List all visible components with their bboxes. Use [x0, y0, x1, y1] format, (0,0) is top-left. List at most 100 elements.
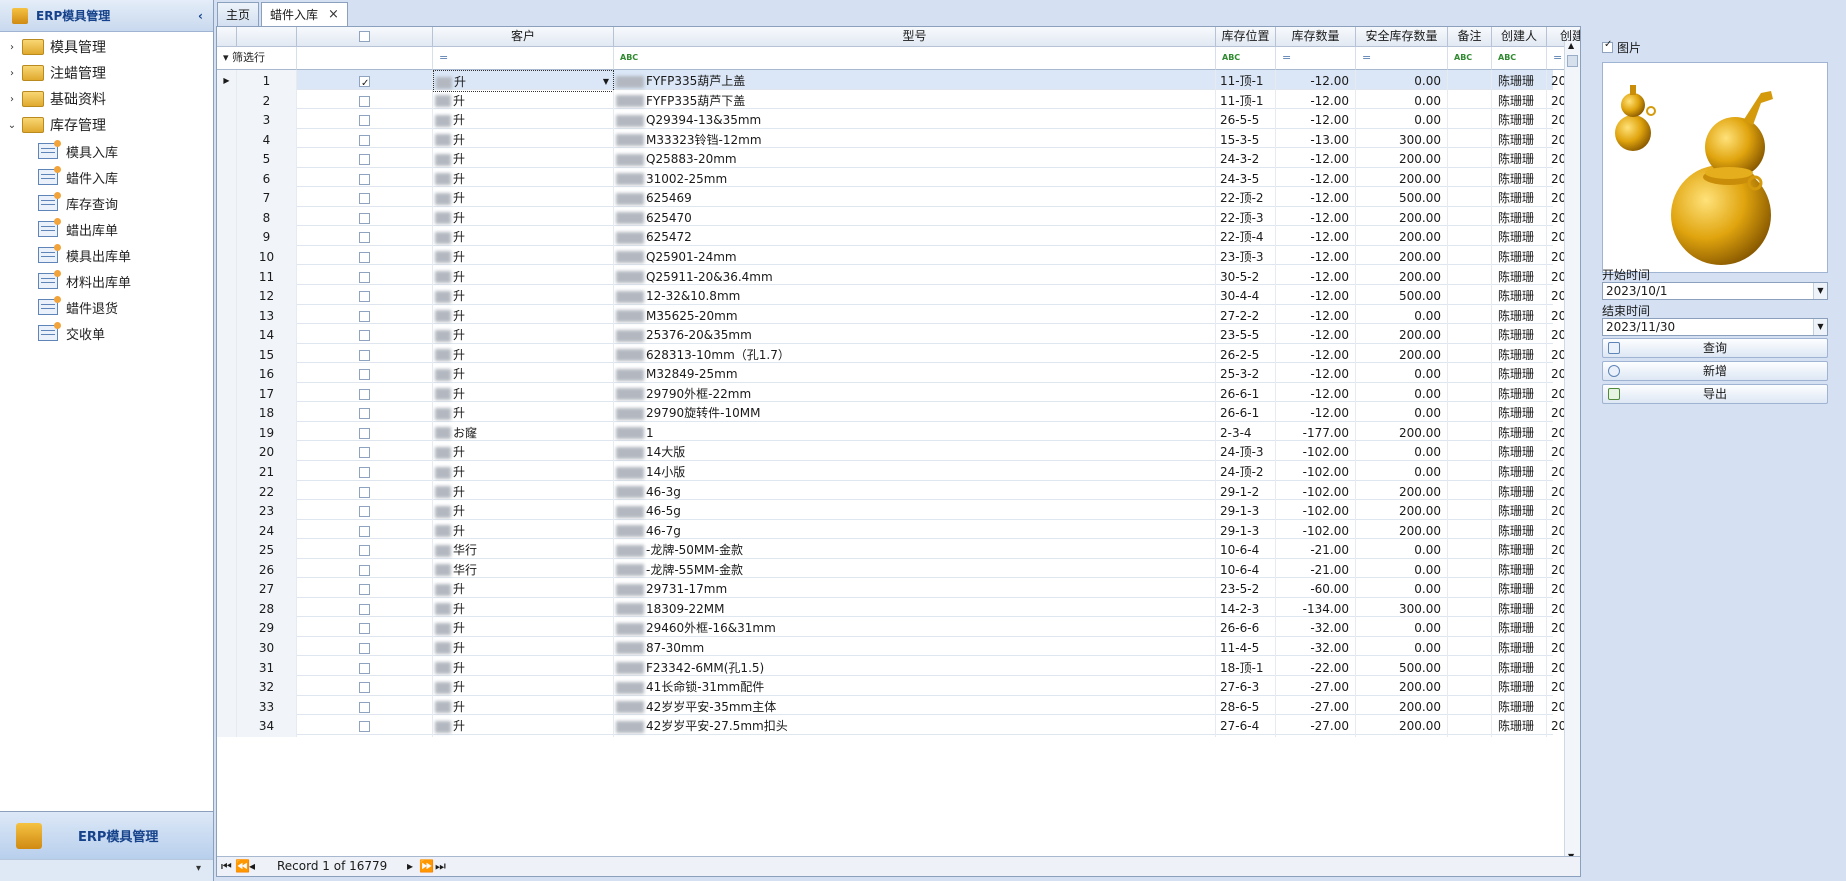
row-checkbox[interactable]: [359, 388, 370, 400]
chevron-down-icon[interactable]: ⌄: [6, 120, 18, 131]
row-checkbox[interactable]: [359, 506, 370, 518]
row-checkbox[interactable]: [359, 584, 370, 596]
nav-group-2[interactable]: › 基础资料: [0, 86, 213, 112]
table-row[interactable]: 34升42岁岁平安-27.5mm扣头27-6-4-27.00200.00陈珊珊2…: [217, 715, 1580, 738]
tab-home[interactable]: 主页: [217, 2, 260, 26]
customer-cell[interactable]: 升: [433, 715, 614, 738]
table-row[interactable]: 16升M32849-25mm25-3-2-12.000.00陈珊珊2023/10…: [217, 363, 1580, 386]
table-row[interactable]: 32升41长命锁-31mm配件27-6-3-27.00200.00陈珊珊2023…: [217, 676, 1580, 699]
qty-cell[interactable]: -27.00: [1276, 715, 1356, 738]
filter-qty[interactable]: =: [1276, 47, 1356, 70]
row-checkbox[interactable]: [359, 193, 370, 205]
row-checkbox[interactable]: [359, 115, 370, 127]
row-checkbox[interactable]: [359, 95, 370, 107]
table-row[interactable]: 5升Q25883-20mm24-3-2-12.00200.00陈珊珊2023/1…: [217, 148, 1580, 171]
column-header-customer[interactable]: 客户: [433, 27, 614, 47]
close-tab-icon[interactable]: ×: [328, 7, 339, 22]
chevron-right-icon[interactable]: ›: [6, 42, 18, 53]
table-row[interactable]: 20升14大版24-顶-3-102.000.00陈珊珊2023/10/5: [217, 441, 1580, 464]
row-checkbox[interactable]: [359, 467, 370, 478]
select-all-checkbox[interactable]: [359, 31, 370, 42]
row-checkbox[interactable]: [359, 173, 370, 185]
row-checkbox[interactable]: [359, 134, 370, 146]
filter-note[interactable]: ABC: [1448, 47, 1492, 70]
table-row[interactable]: 21升14小版24-顶-2-102.000.00陈珊珊2023/10/5: [217, 461, 1580, 483]
table-row[interactable]: 29升29460外框-16&31mm26-6-6-32.000.00陈珊珊202…: [217, 617, 1580, 640]
filter-customer[interactable]: =: [433, 47, 614, 70]
model-cell[interactable]: 42岁岁平安-27.5mm扣头: [614, 715, 1216, 738]
nav-item-5[interactable]: 材料出库单: [0, 268, 213, 294]
row-checkbox[interactable]: [359, 212, 370, 224]
prev-record-icon[interactable]: ◂: [249, 859, 255, 873]
row-checkbox[interactable]: [359, 721, 370, 733]
row-checkbox[interactable]: [359, 232, 370, 244]
sidebar-module-button[interactable]: ERP模具管理: [0, 811, 213, 859]
safety-stock-cell[interactable]: 200.00: [1356, 715, 1448, 738]
table-row[interactable]: 33升42岁岁平安-35mm主体28-6-5-27.00200.00陈珊珊202…: [217, 695, 1580, 718]
table-row[interactable]: 28升18309-22MM14-2-3-134.00300.00陈珊珊2023/…: [217, 597, 1580, 620]
filter-safety[interactable]: =: [1356, 47, 1448, 70]
row-checkbox[interactable]: [359, 349, 370, 361]
table-row[interactable]: 2升FYFP335葫芦下盖11-顶-1-12.000.00陈珊珊2023/10/…: [217, 89, 1580, 112]
query-button[interactable]: 查询: [1602, 338, 1828, 358]
last-record-icon[interactable]: ⏭: [435, 859, 446, 874]
row-checkbox[interactable]: [359, 642, 370, 654]
table-row[interactable]: 26华行-龙牌-55MM-金款10-6-4-21.000.00陈珊珊2023/1…: [217, 558, 1580, 581]
table-row[interactable]: 7升62546922-顶-2-12.00500.00陈珊珊2023/10/5: [217, 187, 1580, 210]
column-header-qty[interactable]: 库存数量: [1276, 27, 1356, 47]
next-page-icon[interactable]: ⏩: [419, 859, 434, 873]
column-header-safety-stock[interactable]: 安全库存数量: [1356, 27, 1448, 47]
nav-item-7[interactable]: 交收单: [0, 320, 213, 346]
table-row[interactable]: 13升M35625-20mm27-2-2-12.000.00陈珊珊2023/10…: [217, 304, 1580, 327]
next-record-icon[interactable]: ▸: [407, 859, 413, 873]
row-checkbox[interactable]: [359, 251, 370, 263]
creator-cell[interactable]: 陈珊珊: [1492, 715, 1547, 738]
row-checkbox[interactable]: [359, 623, 370, 635]
row-checkbox[interactable]: [359, 564, 370, 576]
row-checkbox[interactable]: [359, 291, 370, 303]
row-checkbox[interactable]: [359, 545, 370, 557]
row-select-cell[interactable]: [297, 715, 433, 738]
table-row[interactable]: 23升46-5g29-1-3-102.00200.00陈珊珊2023/10/5: [217, 500, 1580, 523]
nav-item-2[interactable]: 库存查询: [0, 190, 213, 216]
filter-creator[interactable]: ABC: [1492, 47, 1547, 70]
row-checkbox[interactable]: [359, 310, 370, 322]
table-row[interactable]: 9升62547222-顶-4-12.00200.00陈珊珊2023/10/5: [217, 226, 1580, 249]
table-row[interactable]: 24升46-7g29-1-3-102.00200.00陈珊珊2023/10/5: [217, 519, 1580, 542]
table-row[interactable]: 22升46-3g29-1-2-102.00200.00陈珊珊2023/10/5: [217, 480, 1580, 503]
row-checkbox[interactable]: [359, 73, 370, 92]
nav-group-1[interactable]: › 注蜡管理: [0, 60, 213, 86]
scroll-up-icon[interactable]: ▲: [1568, 41, 1574, 50]
row-checkbox[interactable]: [359, 701, 370, 713]
table-row[interactable]: 3升Q29394-13&35mm26-5-5-12.000.00陈珊珊2023/…: [217, 109, 1580, 132]
table-row[interactable]: 11 升 Q25911-20&36.4mm 30-5-2 -12.00 200.00 陈珊珊…: [217, 265, 1580, 288]
table-row[interactable]: 31 升 F23342-6MM(孔1.5) 18-顶-1 -22.00 500.00 陈珊珊…: [217, 656, 1580, 679]
row-checkbox[interactable]: [359, 154, 370, 166]
table-row[interactable]: 10升Q25901-24mm23-顶-3-12.00200.00陈珊珊2023/…: [217, 245, 1580, 268]
table-row[interactable]: 18升29790旋转件-10MM26-6-1-12.000.00陈珊珊2023/…: [217, 402, 1580, 425]
table-row[interactable]: 15 升 628313-10mm（孔1.7） 26-2-5 -12.00 200.00 陈珊…: [217, 343, 1580, 366]
note-cell[interactable]: [1448, 715, 1492, 738]
location-cell[interactable]: 27-6-4: [1216, 715, 1276, 738]
row-checkbox[interactable]: [359, 369, 370, 381]
nav-item-3[interactable]: 蜡出库单: [0, 216, 213, 242]
table-row[interactable]: ▶1升▼FYFP335葫芦上盖11-顶-1-12.000.00陈珊珊2023/1…: [217, 70, 1580, 92]
first-record-icon[interactable]: ⏮: [221, 859, 232, 874]
row-checkbox[interactable]: [359, 525, 370, 537]
table-row[interactable]: 30升87-30mm11-4-5-32.000.00陈珊珊2023/10/5: [217, 636, 1580, 659]
row-checkbox[interactable]: [359, 447, 370, 459]
export-button[interactable]: 导出: [1602, 384, 1828, 404]
filter-location[interactable]: ABC: [1216, 47, 1276, 70]
table-row[interactable]: 25华行-龙牌-50MM-金款10-6-4-21.000.00陈珊珊2023/1…: [217, 539, 1580, 562]
chevron-right-icon[interactable]: ›: [6, 68, 18, 79]
table-row[interactable]: 8升62547022-顶-3-12.00200.00陈珊珊2023/10/5: [217, 206, 1580, 229]
table-row[interactable]: 14升25376-20&35mm23-5-5-12.00200.00陈珊珊202…: [217, 324, 1580, 347]
chevron-down-icon[interactable]: ▾: [196, 863, 201, 874]
row-checkbox[interactable]: [359, 603, 370, 615]
row-checkbox[interactable]: [359, 408, 370, 420]
nav-item-1[interactable]: 蜡件入库: [0, 164, 213, 190]
chevron-down-icon[interactable]: ▼: [1813, 283, 1827, 299]
add-button[interactable]: 新增: [1602, 361, 1828, 381]
image-checkbox[interactable]: [1602, 39, 1613, 53]
tab-wax-inbound[interactable]: 蜡件入库 ×: [261, 2, 348, 26]
